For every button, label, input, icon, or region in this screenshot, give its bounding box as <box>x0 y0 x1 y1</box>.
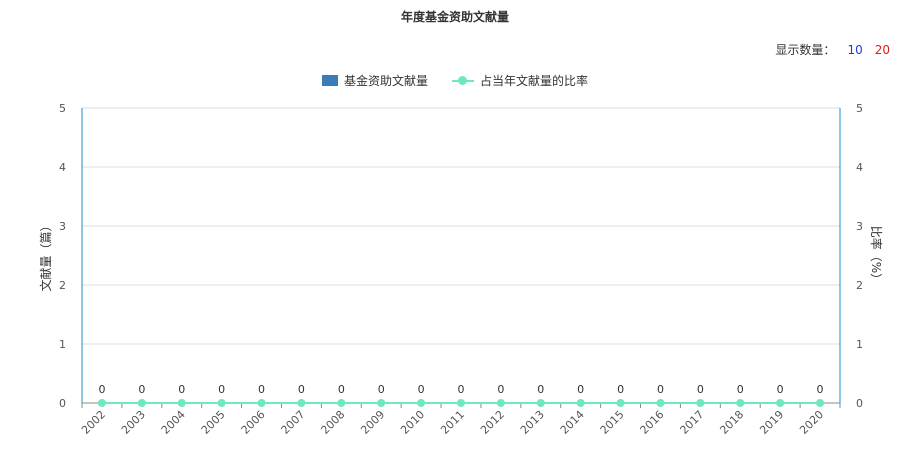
ratio-point <box>816 399 825 407</box>
data-label: 0 <box>777 383 784 396</box>
ratio-point <box>736 399 745 407</box>
y-axis-title-right: 比率（%） <box>869 226 884 285</box>
data-label: 0 <box>577 383 584 396</box>
data-label: 0 <box>298 383 305 396</box>
x-tick-label: 2008 <box>318 408 347 437</box>
x-tick-label: 2002 <box>79 408 108 437</box>
data-label: 0 <box>138 383 145 396</box>
data-label: 0 <box>378 383 385 396</box>
x-tick-label: 2012 <box>478 408 507 437</box>
ratio-point <box>457 399 465 407</box>
x-tick-label: 2010 <box>398 408 427 437</box>
ratio-point <box>257 399 266 407</box>
data-label: 0 <box>697 383 704 396</box>
y-tick-label-left: 2 <box>59 279 66 292</box>
x-tick-label: 2007 <box>279 408 308 437</box>
data-label: 0 <box>418 383 425 396</box>
ratio-point <box>616 399 625 407</box>
ratio-point <box>337 399 346 407</box>
x-tick-label: 2011 <box>438 408 467 437</box>
data-label: 0 <box>817 383 824 396</box>
chart-canvas: 0 1 2 3 4 5 0 1 2 3 4 5 2002 2003 2004 2005 2006 2007 2008… <box>38 102 884 437</box>
ratio-point <box>696 399 705 407</box>
x-tick-label: 2004 <box>159 408 188 437</box>
y-tick-label-right: 3 <box>856 220 863 233</box>
ratio-point <box>536 399 545 407</box>
data-label: 0 <box>218 383 225 396</box>
ratio-point <box>137 399 146 407</box>
x-tick-label: 2009 <box>358 408 387 437</box>
y-axis-title-left: 文献量（篇） <box>38 219 53 291</box>
y-tick-label-right: 0 <box>856 397 863 410</box>
x-tick-label: 2019 <box>757 408 786 437</box>
x-tick-label: 2018 <box>717 408 746 437</box>
ratio-point <box>576 399 585 407</box>
y-tick-label-left: 0 <box>59 397 66 410</box>
ratio-point <box>177 399 186 407</box>
data-label: 0 <box>617 383 624 396</box>
data-label: 0 <box>458 383 465 396</box>
y-tick-label-left: 5 <box>59 102 66 115</box>
x-tick-label: 2014 <box>558 408 587 437</box>
ratio-point <box>377 399 386 407</box>
y-tick-label-left: 3 <box>59 220 66 233</box>
ratio-point <box>297 399 306 407</box>
ratio-point <box>776 399 785 407</box>
data-label: 0 <box>258 383 265 396</box>
data-label: 0 <box>178 383 185 396</box>
ratio-point <box>97 399 106 407</box>
y-tick-label-right: 5 <box>856 102 863 115</box>
data-label: 0 <box>737 383 744 396</box>
x-tick-label: 2013 <box>518 408 547 437</box>
data-label: 0 <box>338 383 345 396</box>
y-tick-label-right: 4 <box>856 161 863 174</box>
data-label: 0 <box>497 383 504 396</box>
x-tick-label: 2015 <box>598 408 627 437</box>
x-tick-label: 2006 <box>239 408 268 437</box>
y-tick-label-right: 2 <box>856 279 863 292</box>
y-tick-label-left: 1 <box>59 338 66 351</box>
y-tick-label-left: 4 <box>59 161 66 174</box>
ratio-point <box>417 399 426 407</box>
data-label: 0 <box>537 383 544 396</box>
y-tick-label-right: 1 <box>856 338 863 351</box>
x-tick-label: 2020 <box>797 408 826 437</box>
x-tick-label: 2005 <box>199 408 228 437</box>
x-tick-label: 2003 <box>119 408 148 437</box>
x-tick-label: 2017 <box>677 408 706 437</box>
data-label: 0 <box>657 383 664 396</box>
ratio-point <box>656 399 665 407</box>
ratio-point <box>217 399 226 407</box>
ratio-point <box>496 399 505 407</box>
data-label: 0 <box>98 383 105 396</box>
x-tick-label: 2016 <box>638 408 667 437</box>
